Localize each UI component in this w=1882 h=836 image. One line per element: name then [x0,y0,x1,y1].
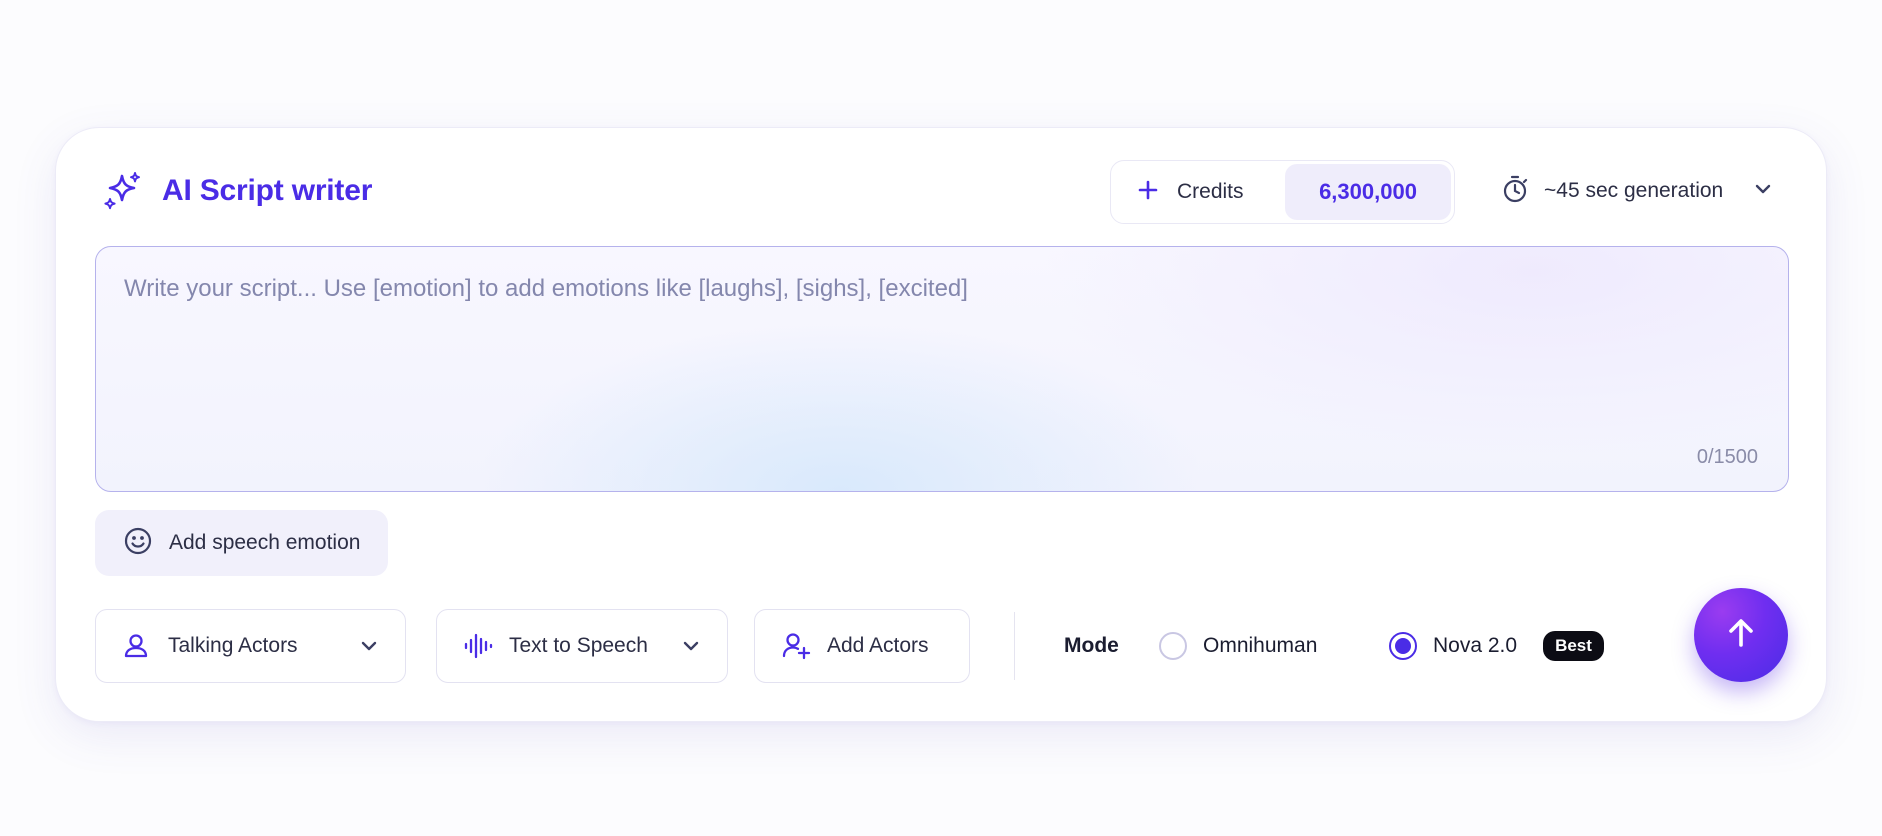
chevron-down-icon [359,636,379,656]
script-input[interactable] [96,247,1788,491]
add-credits-button[interactable]: Credits [1111,161,1244,223]
mode-option-label: Omnihuman [1203,634,1318,657]
add-speech-emotion-label: Add speech emotion [169,531,361,554]
stopwatch-icon [1500,174,1530,209]
talking-actors-label: Talking Actors [168,634,298,657]
add-actors-button[interactable]: Add Actors [754,609,970,683]
smiley-icon [123,526,153,561]
waveform-icon [463,631,493,661]
credits-balance: 6,300,000 [1285,164,1451,220]
best-badge: Best [1543,631,1604,661]
character-counter: 0/1500 [1696,446,1758,468]
submit-button[interactable] [1694,588,1788,682]
chevron-down-icon [1753,179,1773,204]
add-speech-emotion-button[interactable]: Add speech emotion [95,510,388,576]
toolbar-divider [1014,612,1015,680]
user-icon [122,632,150,660]
script-editor: 0/1500 [95,246,1789,492]
header-title-group: AI Script writer [102,168,372,214]
page-title: AI Script writer [162,174,373,207]
add-user-icon [781,631,811,661]
credits-label: Credits [1177,180,1244,203]
mode-option-nova[interactable]: Nova 2.0 Best [1389,628,1604,664]
script-writer-card: AI Script writer Credits 6,300,000 ~45 s… [55,127,1827,722]
credits-widget: Credits 6,300,000 [1110,160,1455,224]
sparkles-icon [102,170,144,212]
plus-icon [1137,179,1159,206]
chevron-down-icon [681,636,701,656]
generation-time-label: ~45 sec generation [1544,179,1724,202]
mode-label: Mode [1064,634,1119,657]
talking-actors-dropdown[interactable]: Talking Actors [95,609,406,683]
radio-unchecked-icon[interactable] [1159,632,1187,660]
generation-time-dropdown[interactable]: ~45 sec generation [1500,168,1773,214]
add-actors-label: Add Actors [827,634,929,657]
mode-option-omnihuman[interactable]: Omnihuman [1159,628,1317,664]
text-to-speech-dropdown[interactable]: Text to Speech [436,609,728,683]
mode-option-label: Nova 2.0 [1433,634,1518,657]
radio-checked-icon[interactable] [1389,632,1417,660]
arrow-up-icon [1723,615,1759,656]
text-to-speech-label: Text to Speech [509,634,648,657]
